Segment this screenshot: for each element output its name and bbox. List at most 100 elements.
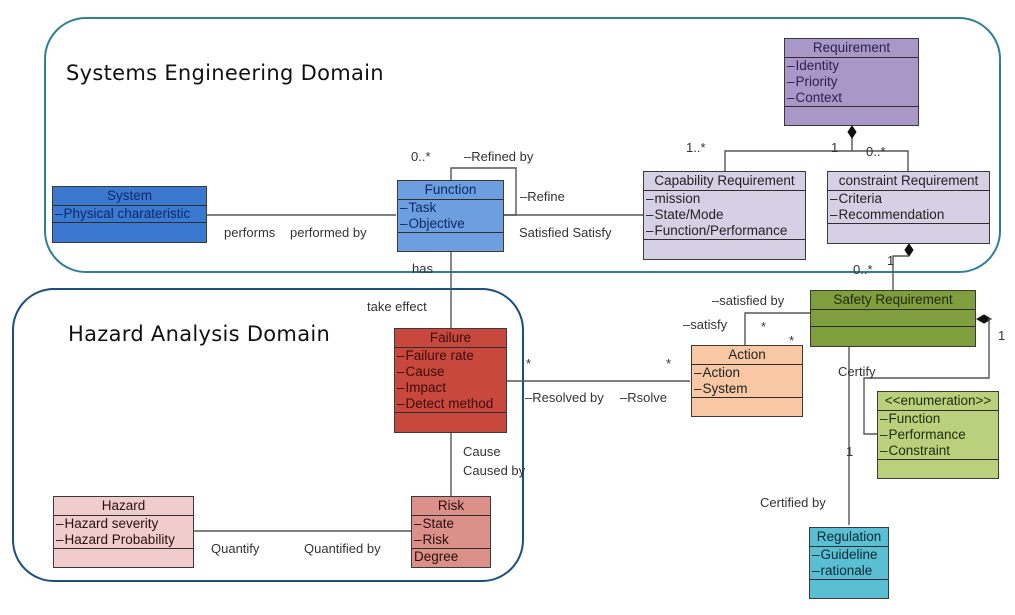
role-label-has: has bbox=[412, 261, 433, 276]
class-system-attributes: Physical charateristic bbox=[53, 206, 206, 223]
multiplicity-safety-many: 0..* bbox=[853, 262, 873, 277]
class-action-name: Action bbox=[692, 346, 802, 365]
class-system[interactable]: System Physical charateristic bbox=[52, 186, 207, 243]
multiplicity-requirement-one: 1 bbox=[831, 140, 839, 155]
class-hazard-operations bbox=[54, 549, 193, 565]
multiplicity-action-resolve-star: * bbox=[666, 356, 672, 371]
class-attribute: rationale bbox=[812, 563, 888, 579]
multiplicity-action-star: * bbox=[761, 319, 767, 334]
class-capability-requirement-attributes: mission State/Mode Function/Performance bbox=[644, 191, 805, 240]
enumeration-literal: Performance bbox=[880, 427, 998, 443]
class-constraint-requirement-name: constraint Requirement bbox=[828, 172, 989, 191]
role-label-certify: Certify bbox=[838, 364, 876, 379]
class-attribute: Hazard Probability bbox=[56, 532, 193, 548]
class-action[interactable]: Action Action System bbox=[691, 345, 803, 417]
class-risk-name: Risk bbox=[412, 497, 490, 516]
class-function-operations bbox=[398, 233, 503, 249]
multiplicity-constraint: 0..* bbox=[866, 144, 886, 159]
class-safety-requirement[interactable]: Safety Requirement bbox=[810, 290, 976, 347]
class-system-name: System bbox=[53, 187, 206, 206]
class-function-name: Function bbox=[398, 181, 503, 200]
class-attribute: Cause bbox=[397, 364, 506, 380]
class-failure[interactable]: Failure Failure rate Cause Impact Detect… bbox=[394, 328, 507, 433]
multiplicity-refine: 0..* bbox=[411, 149, 431, 164]
class-enumeration-name: <<enumeration>> bbox=[878, 392, 998, 411]
class-attribute: Guideline bbox=[812, 547, 888, 563]
class-safety-requirement-operations bbox=[811, 327, 975, 343]
role-label-satisfy: –satisfy bbox=[683, 317, 728, 332]
class-safety-requirement-attributes bbox=[811, 310, 975, 327]
class-regulation-attributes: Guideline rationale bbox=[810, 547, 888, 580]
role-label-refined-by: –Refined by bbox=[464, 149, 534, 164]
class-attribute: Priority bbox=[787, 74, 918, 90]
class-risk-operation: Degree bbox=[414, 549, 459, 564]
class-enumeration-operations bbox=[878, 460, 998, 476]
class-attribute: System bbox=[694, 381, 802, 397]
class-hazard-name: Hazard bbox=[54, 497, 193, 516]
safety-action-association bbox=[744, 312, 810, 345]
class-requirement[interactable]: Requirement Identity Priority Context bbox=[784, 38, 919, 126]
class-system-operations bbox=[53, 223, 206, 239]
class-attribute: Recommendation bbox=[830, 207, 989, 223]
enumeration-literal: Function bbox=[880, 411, 998, 427]
role-label-refine: –Refine bbox=[520, 189, 565, 204]
role-label-caused-by: Caused by bbox=[463, 463, 526, 478]
constraint-composition-diamond bbox=[904, 243, 914, 257]
class-attribute: State bbox=[414, 516, 490, 532]
class-regulation[interactable]: Regulation Guideline rationale bbox=[809, 527, 889, 599]
class-enumeration[interactable]: <<enumeration>> Function Performance Con… bbox=[877, 391, 999, 479]
class-regulation-name: Regulation bbox=[810, 528, 888, 547]
class-attribute: Failure rate bbox=[397, 348, 506, 364]
role-label-satisfied-by: –satisfied by bbox=[712, 293, 785, 308]
class-attribute: Action bbox=[694, 365, 802, 381]
class-hazard-attributes: Hazard severity Hazard Probability bbox=[54, 516, 193, 549]
role-label-satisfied-satisfy: Satisfied Satisfy bbox=[519, 225, 612, 240]
class-attribute: Task bbox=[400, 200, 503, 216]
class-attribute: Criteria bbox=[830, 191, 989, 207]
class-constraint-requirement-attributes: Criteria Recommendation bbox=[828, 191, 989, 224]
class-attribute: Detect method bbox=[397, 396, 506, 412]
class-attribute: State/Mode bbox=[646, 207, 805, 223]
role-label-rsolve: –Rsolve bbox=[620, 390, 667, 405]
class-requirement-attributes: Identity Priority Context bbox=[785, 58, 918, 107]
class-function[interactable]: Function Task Objective bbox=[397, 180, 504, 252]
class-regulation-operations bbox=[810, 580, 888, 596]
class-function-attributes: Task Objective bbox=[398, 200, 503, 233]
class-risk[interactable]: Risk State Risk Degree bbox=[411, 496, 491, 568]
class-attribute: Function/Performance bbox=[646, 223, 805, 239]
multiplicity-constraint-one: 1 bbox=[887, 253, 895, 268]
multiplicity-enumeration: 1 bbox=[998, 328, 1006, 343]
class-attribute: Risk bbox=[414, 532, 490, 548]
multiplicity-failure-star: * bbox=[526, 356, 532, 371]
enumeration-literal: Constraint bbox=[880, 443, 998, 459]
class-risk-attributes: State Risk bbox=[412, 516, 490, 549]
class-failure-name: Failure bbox=[395, 329, 506, 348]
multiplicity-safety-star: * bbox=[789, 333, 795, 348]
class-capability-requirement-name: Capability Requirement bbox=[644, 172, 805, 191]
role-label-certified-by: Certified by bbox=[760, 495, 826, 510]
class-hazard[interactable]: Hazard Hazard severity Hazard Probabilit… bbox=[53, 496, 194, 568]
class-requirement-name: Requirement bbox=[785, 39, 918, 58]
role-label-take-effect: take effect bbox=[367, 299, 427, 314]
class-attribute: Identity bbox=[787, 58, 918, 74]
role-label-resolved-by: –Resolved by bbox=[525, 390, 604, 405]
role-label-performed-by: performed by bbox=[290, 225, 367, 240]
class-constraint-requirement-operations bbox=[828, 224, 989, 240]
class-safety-requirement-name: Safety Requirement bbox=[811, 291, 975, 310]
class-capability-requirement[interactable]: Capability Requirement mission State/Mod… bbox=[643, 171, 806, 260]
class-attribute: Objective bbox=[400, 216, 503, 232]
class-failure-attributes: Failure rate Cause Impact Detect method bbox=[395, 348, 506, 413]
class-enumeration-literals: Function Performance Constraint bbox=[878, 411, 998, 460]
multiplicity-certify: 1 bbox=[846, 444, 854, 459]
role-label-quantified-by: Quantified by bbox=[304, 541, 381, 556]
constraint-safety-association bbox=[892, 255, 909, 290]
multiplicity-capability: 1..* bbox=[686, 140, 706, 155]
class-attribute: Hazard severity bbox=[56, 516, 193, 532]
class-requirement-operations bbox=[785, 107, 918, 123]
class-constraint-requirement[interactable]: constraint Requirement Criteria Recommen… bbox=[827, 171, 990, 244]
class-attribute: Impact bbox=[397, 380, 506, 396]
uml-class-diagram: Systems Engineering Domain Hazard Analys… bbox=[0, 0, 1015, 615]
class-capability-requirement-operations bbox=[644, 240, 805, 256]
role-label-quantify: Quantify bbox=[211, 541, 260, 556]
class-failure-operations bbox=[395, 413, 506, 429]
